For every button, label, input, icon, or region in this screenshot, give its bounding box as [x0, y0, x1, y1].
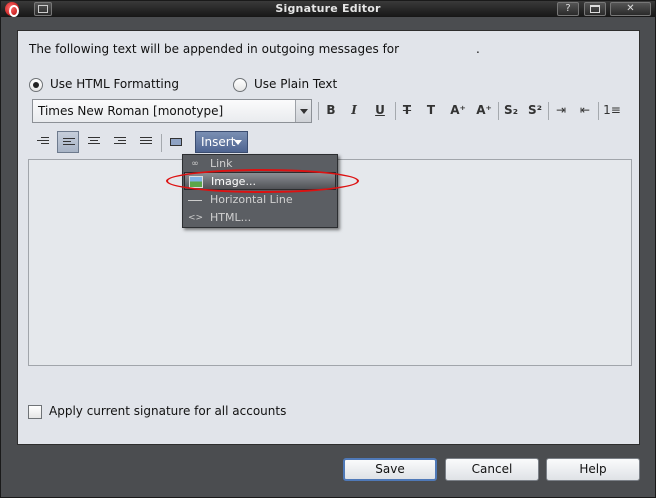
justify-icon — [140, 137, 152, 147]
menu-item-label: Horizontal Line — [210, 193, 293, 206]
italic-button[interactable]: I — [343, 99, 365, 121]
plain-text-option[interactable]: Use Plain Text — [233, 77, 393, 93]
close-button[interactable]: ✕ — [610, 2, 651, 16]
signature-panel: The following text will be appended in o… — [17, 30, 640, 445]
align-right-icon — [114, 137, 126, 147]
apply-all-label: Apply current signature for all accounts — [49, 404, 287, 418]
menu-item-label: Link — [210, 157, 233, 170]
strikethrough-button[interactable]: T — [396, 99, 418, 121]
apply-all-checkbox[interactable] — [28, 405, 42, 419]
toolbar-divider — [598, 102, 599, 120]
toolbar-divider — [548, 102, 549, 120]
align-left-icon — [63, 138, 75, 148]
indent-button[interactable]: ⇥ — [550, 99, 572, 121]
underline-button[interactable]: U — [369, 99, 391, 121]
bullet-list-icon — [37, 137, 49, 147]
bulleted-list-button[interactable] — [32, 131, 54, 153]
toolbar-divider — [161, 134, 162, 152]
align-center-button[interactable] — [83, 131, 105, 153]
title-bar[interactable]: Signature Editor ? ✕ — [1, 1, 655, 17]
toolbar-divider — [498, 102, 499, 120]
block-format-button[interactable] — [165, 131, 187, 153]
maximize-button[interactable] — [584, 2, 606, 16]
menu-item-html[interactable]: <> HTML... — [184, 209, 336, 227]
menu-item-horizontal-line[interactable]: Horizontal Line — [184, 191, 336, 209]
html-format-radio[interactable] — [29, 78, 43, 92]
outdent-button[interactable]: ⇤ — [574, 99, 596, 121]
subscript-button[interactable]: S₂ — [500, 99, 522, 121]
plain-text-radio[interactable] — [233, 78, 247, 92]
html-icon: <> — [188, 213, 204, 223]
signature-editor-window: Signature Editor ? ✕ The following text … — [0, 0, 656, 498]
toolbar-divider — [318, 102, 319, 120]
link-icon: ∞ — [191, 159, 199, 169]
cancel-button[interactable]: Cancel — [445, 458, 539, 481]
apply-all-option[interactable]: Apply current signature for all accounts — [28, 404, 308, 420]
font-family-select[interactable]: Times New Roman [monotype] — [32, 99, 312, 123]
menu-item-label: HTML... — [210, 211, 252, 224]
save-button[interactable]: Save — [343, 458, 437, 481]
align-left-button[interactable] — [57, 131, 79, 153]
intro-text: The following text will be appended in o… — [29, 42, 400, 56]
block-icon — [170, 138, 182, 146]
plain-text-label: Use Plain Text — [254, 77, 338, 91]
grow-font-button[interactable]: A⁺ — [446, 99, 470, 121]
bold-button[interactable]: B — [320, 99, 342, 121]
superscript-button[interactable]: S² — [524, 99, 546, 121]
font-family-value: Times New Roman [monotype] — [38, 104, 224, 118]
formatting-toolbar: Times New Roman [monotype] B I U T T A⁺ … — [29, 99, 629, 155]
help-button[interactable]: Help — [546, 458, 640, 481]
justify-button[interactable] — [135, 131, 157, 153]
clear-format-button[interactable]: T — [420, 99, 442, 121]
title-help-button[interactable]: ? — [557, 2, 579, 16]
html-format-label: Use HTML Formatting — [50, 77, 179, 91]
align-center-icon — [88, 137, 100, 147]
align-right-button[interactable] — [109, 131, 131, 153]
html-format-option[interactable]: Use HTML Formatting — [29, 77, 219, 93]
intro-suffix: . — [476, 42, 480, 56]
insert-menu-button[interactable]: Insert — [195, 131, 248, 153]
chevron-down-icon[interactable] — [295, 100, 311, 122]
shrink-font-button[interactable]: A⁺ — [472, 99, 496, 121]
annotation-ellipse — [166, 169, 359, 193]
horizontal-line-icon — [188, 194, 202, 206]
numbered-list-button[interactable]: 1≡ — [600, 99, 624, 121]
